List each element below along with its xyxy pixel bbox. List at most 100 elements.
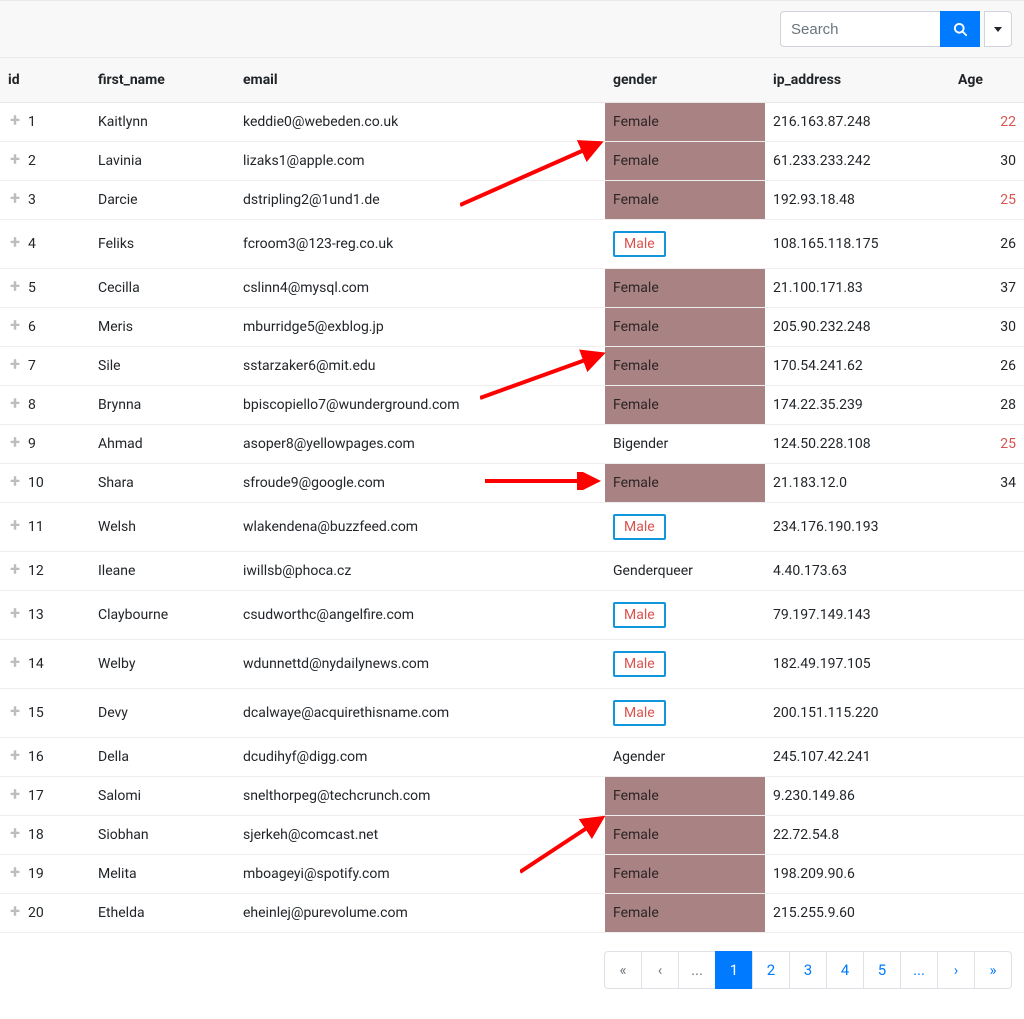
col-header-first-name[interactable]: first_name bbox=[90, 58, 235, 103]
cell-ip-address: 61.233.233.242 bbox=[765, 142, 950, 181]
table-row[interactable]: +12Ileaneiwillsb@phoca.czGenderqueer4.40… bbox=[0, 552, 1024, 591]
expand-row-icon[interactable]: + bbox=[8, 607, 22, 621]
cell-id: +12 bbox=[0, 552, 90, 591]
cell-ip-address: 215.255.9.60 bbox=[765, 894, 950, 933]
table-row[interactable]: +11Welshwlakendena@buzzfeed.comMale234.1… bbox=[0, 503, 1024, 552]
search-button[interactable] bbox=[940, 11, 980, 47]
cell-id-value: 12 bbox=[28, 563, 44, 579]
cell-age bbox=[950, 738, 1024, 777]
expand-row-icon[interactable]: + bbox=[8, 192, 22, 206]
cell-id: +13 bbox=[0, 591, 90, 640]
expand-row-icon[interactable]: + bbox=[8, 280, 22, 294]
search-input[interactable] bbox=[780, 11, 940, 47]
cell-id: +4 bbox=[0, 220, 90, 269]
cell-first-name: Meris bbox=[90, 308, 235, 347]
page-5[interactable]: 5 bbox=[863, 951, 901, 989]
table-row[interactable]: +8Brynnabpiscopiello7@wunderground.comFe… bbox=[0, 386, 1024, 425]
page-next[interactable]: › bbox=[937, 951, 975, 989]
search-options-dropdown[interactable] bbox=[984, 11, 1012, 47]
col-header-email[interactable]: email bbox=[235, 58, 605, 103]
page-last[interactable]: » bbox=[974, 951, 1012, 989]
cell-id: +17 bbox=[0, 777, 90, 816]
expand-row-icon[interactable]: + bbox=[8, 397, 22, 411]
cell-email: bpiscopiello7@wunderground.com bbox=[235, 386, 605, 425]
cell-email: sstarzaker6@mit.edu bbox=[235, 347, 605, 386]
cell-id-value: 17 bbox=[28, 788, 44, 804]
cell-id: +1 bbox=[0, 103, 90, 142]
page-4[interactable]: 4 bbox=[826, 951, 864, 989]
cell-first-name: Cecilla bbox=[90, 269, 235, 308]
page-first[interactable]: « bbox=[604, 951, 642, 989]
expand-row-icon[interactable]: + bbox=[8, 114, 22, 128]
expand-row-icon[interactable]: + bbox=[8, 905, 22, 919]
expand-row-icon[interactable]: + bbox=[8, 319, 22, 333]
page-3[interactable]: 3 bbox=[789, 951, 827, 989]
expand-row-icon[interactable]: + bbox=[8, 153, 22, 167]
cell-gender: Female bbox=[605, 269, 765, 308]
col-header-ip-address[interactable]: ip_address bbox=[765, 58, 950, 103]
cell-ip-address: 21.183.12.0 bbox=[765, 464, 950, 503]
expand-row-icon[interactable]: + bbox=[8, 475, 22, 489]
cell-email: eheinlej@purevolume.com bbox=[235, 894, 605, 933]
cell-id: +10 bbox=[0, 464, 90, 503]
table-row[interactable]: +6Merismburridge5@exblog.jpFemale205.90.… bbox=[0, 308, 1024, 347]
table-row[interactable]: +2Lavinializaks1@apple.comFemale61.233.2… bbox=[0, 142, 1024, 181]
cell-id-value: 11 bbox=[28, 519, 44, 535]
table-row[interactable]: +10Sharasfroude9@google.comFemale21.183.… bbox=[0, 464, 1024, 503]
table-row[interactable]: +9Ahmadasoper8@yellowpages.comBigender12… bbox=[0, 425, 1024, 464]
table-row[interactable]: +18Siobhansjerkeh@comcast.netFemale22.72… bbox=[0, 816, 1024, 855]
col-header-age[interactable]: Age bbox=[950, 58, 1024, 103]
cell-first-name: Kaitlynn bbox=[90, 103, 235, 142]
page-1[interactable]: 1 bbox=[715, 951, 753, 989]
cell-id-value: 9 bbox=[28, 436, 36, 452]
expand-row-icon[interactable]: + bbox=[8, 827, 22, 841]
cell-gender: Male bbox=[605, 591, 765, 640]
cell-gender: Female bbox=[605, 816, 765, 855]
expand-row-icon[interactable]: + bbox=[8, 358, 22, 372]
cell-id-value: 14 bbox=[28, 656, 44, 672]
table-row[interactable]: +13Claybournecsudworthc@angelfire.comMal… bbox=[0, 591, 1024, 640]
table-row[interactable]: +7Silesstarzaker6@mit.eduFemale170.54.24… bbox=[0, 347, 1024, 386]
cell-first-name: Ethelda bbox=[90, 894, 235, 933]
table-row[interactable]: +5Cecillacslinn4@mysql.comFemale21.100.1… bbox=[0, 269, 1024, 308]
cell-ip-address: 9.230.149.86 bbox=[765, 777, 950, 816]
expand-row-icon[interactable]: + bbox=[8, 236, 22, 250]
table-row[interactable]: +15Devydcalwaye@acquirethisname.comMale2… bbox=[0, 689, 1024, 738]
cell-id: +5 bbox=[0, 269, 90, 308]
cell-id-value: 10 bbox=[28, 475, 44, 491]
cell-age bbox=[950, 591, 1024, 640]
cell-first-name: Sile bbox=[90, 347, 235, 386]
expand-row-icon[interactable]: + bbox=[8, 749, 22, 763]
expand-row-icon[interactable]: + bbox=[8, 866, 22, 880]
expand-row-icon[interactable]: + bbox=[8, 436, 22, 450]
table-row[interactable]: +17Salomisnelthorpeg@techcrunch.comFemal… bbox=[0, 777, 1024, 816]
table-row[interactable]: +19Melitamboageyi@spotify.comFemale198.2… bbox=[0, 855, 1024, 894]
expand-row-icon[interactable]: + bbox=[8, 656, 22, 670]
cell-email: dcudihyf@digg.com bbox=[235, 738, 605, 777]
col-header-id[interactable]: id bbox=[0, 58, 90, 103]
cell-age bbox=[950, 689, 1024, 738]
gender-highlight-box: Male bbox=[613, 651, 666, 677]
cell-age bbox=[950, 816, 1024, 855]
expand-row-icon[interactable]: + bbox=[8, 705, 22, 719]
page-prev[interactable]: ‹ bbox=[641, 951, 679, 989]
cell-first-name: Feliks bbox=[90, 220, 235, 269]
cell-id-value: 5 bbox=[28, 280, 36, 296]
cell-email: sfroude9@google.com bbox=[235, 464, 605, 503]
cell-gender: Bigender bbox=[605, 425, 765, 464]
cell-age bbox=[950, 552, 1024, 591]
table-row[interactable]: +14Welbywdunnettd@nydailynews.comMale182… bbox=[0, 640, 1024, 689]
expand-row-icon[interactable]: + bbox=[8, 788, 22, 802]
table-row[interactable]: +1Kaitlynnkeddie0@webeden.co.ukFemale216… bbox=[0, 103, 1024, 142]
cell-age: 30 bbox=[950, 142, 1024, 181]
cell-email: snelthorpeg@techcrunch.com bbox=[235, 777, 605, 816]
table-row[interactable]: +4Feliksfcroom3@123-reg.co.ukMale108.165… bbox=[0, 220, 1024, 269]
expand-row-icon[interactable]: + bbox=[8, 519, 22, 533]
page-ellipsis[interactable]: ... bbox=[900, 951, 938, 989]
table-row[interactable]: +3Darciedstripling2@1und1.deFemale192.93… bbox=[0, 181, 1024, 220]
col-header-gender[interactable]: gender bbox=[605, 58, 765, 103]
page-2[interactable]: 2 bbox=[752, 951, 790, 989]
expand-row-icon[interactable]: + bbox=[8, 563, 22, 577]
table-row[interactable]: +20Etheldaeheinlej@purevolume.comFemale2… bbox=[0, 894, 1024, 933]
table-row[interactable]: +16Delladcudihyf@digg.comAgender245.107.… bbox=[0, 738, 1024, 777]
